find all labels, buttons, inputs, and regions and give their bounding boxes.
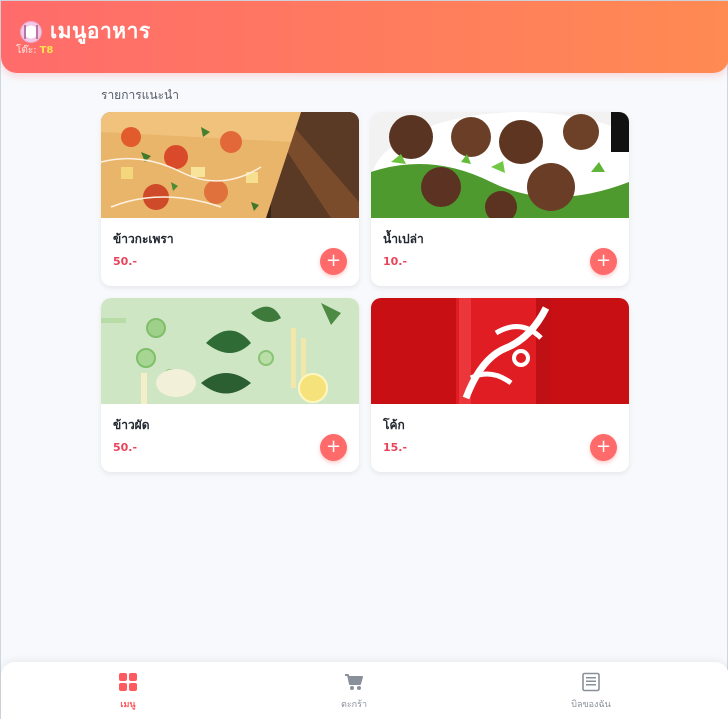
menu-card[interactable]: ข้าวกะเพรา 50.- +	[101, 112, 359, 286]
menu-card[interactable]: โค้ก 15.- +	[371, 298, 629, 472]
receipt-icon	[582, 672, 600, 692]
menu-card[interactable]: น้ำเปล่า 10.- +	[371, 112, 629, 286]
add-to-cart-button[interactable]: +	[590, 434, 617, 461]
grid-icon	[119, 673, 137, 691]
plate-icon	[20, 20, 42, 43]
table-label: โต๊ะ:	[16, 45, 37, 56]
menu-item-price: 50.-	[113, 255, 138, 268]
add-to-cart-button[interactable]: +	[590, 248, 617, 275]
cart-icon	[345, 674, 363, 690]
nav-item-menu[interactable]: เมนู	[88, 672, 168, 711]
menu-item-price: 50.-	[113, 441, 138, 454]
nav-item-bills[interactable]: บิลของฉัน	[551, 672, 631, 711]
bottom-nav: เมนู ตะกร้า บิลของฉัน	[1, 662, 728, 719]
add-to-cart-button[interactable]: +	[320, 434, 347, 461]
menu-item-name: โค้ก	[383, 418, 405, 432]
menu-item-price: 15.-	[383, 441, 408, 454]
food-image	[101, 298, 359, 404]
menu-item-price: 10.-	[383, 255, 408, 268]
menu-card[interactable]: ข้าวผัด 50.- +	[101, 298, 359, 472]
table-info: โต๊ะ: T8	[16, 43, 53, 58]
menu-item-name: ข้าวผัด	[113, 418, 150, 432]
add-to-cart-button[interactable]: +	[320, 248, 347, 275]
menu-item-name: ข้าวกะเพรา	[113, 232, 174, 246]
food-image	[371, 298, 629, 404]
nav-label: บิลของฉัน	[571, 700, 611, 710]
page-title: เมนูอาหาร	[50, 19, 151, 43]
app-header: เมนูอาหาร โต๊ะ: T8	[1, 1, 728, 73]
table-number: T8	[39, 45, 54, 56]
nav-label: ตะกร้า	[340, 700, 367, 710]
nav-item-cart[interactable]: ตะกร้า	[314, 672, 394, 711]
food-image	[101, 112, 359, 218]
section-title: รายการแนะนำ	[101, 88, 179, 102]
food-image	[371, 112, 629, 218]
menu-item-name: น้ำเปล่า	[383, 232, 424, 246]
nav-label: เมนู	[120, 700, 136, 710]
